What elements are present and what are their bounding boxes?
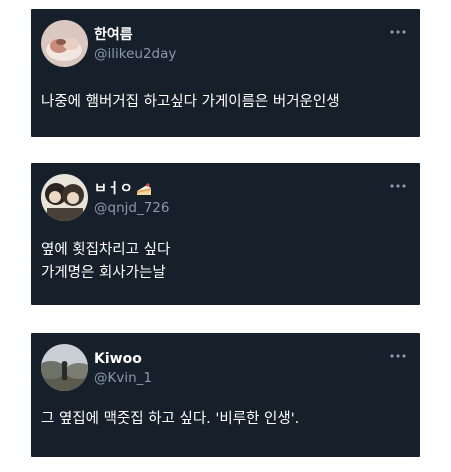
tweet-text: 그 옆집에 맥줏집 하고 싶다. '비루한 인생'. <box>41 408 410 431</box>
tweet-text-line: 그 옆집에 맥줏집 하고 싶다. '비루한 인생'. <box>41 411 300 427</box>
tweet-text-line: 가게명은 회사가는날 <box>41 265 166 281</box>
more-options-button[interactable] <box>388 24 408 40</box>
tweet-text: 나중에 햄버거집 하고싶다 가게이름은 버거운인생 <box>41 91 410 114</box>
author-name-row: ㅂㅓㅇ <box>94 180 152 198</box>
display-name[interactable]: 한여름 <box>94 26 133 44</box>
more-options-icon <box>390 30 406 34</box>
tweet-text-line: 옆에 횟집차리고 싶다 <box>41 242 171 258</box>
avatar[interactable] <box>41 174 88 221</box>
tweet-card[interactable]: 한여름 @ilikeu2day 나중에 햄버거집 하고싶다 가게이름은 버거운인… <box>31 9 420 137</box>
tweet-text-line: 나중에 햄버거집 하고싶다 가게이름은 버거운인생 <box>41 94 340 110</box>
more-options-icon <box>390 354 406 358</box>
author-name-row: Kiwoo <box>94 350 142 368</box>
profile-photo-icon <box>41 344 88 391</box>
cake-icon <box>136 182 152 196</box>
tweet-text: 옆에 횟집차리고 싶다 가게명은 회사가는날 <box>41 239 410 285</box>
more-options-button[interactable] <box>388 178 408 194</box>
author-name-row: 한여름 <box>94 26 133 44</box>
avatar[interactable] <box>41 20 88 67</box>
profile-photo-icon <box>41 20 88 67</box>
avatar[interactable] <box>41 344 88 391</box>
tweet-card[interactable]: Kiwoo @Kvin_1 그 옆집에 맥줏집 하고 싶다. '비루한 인생'. <box>31 333 420 457</box>
profile-photo-icon <box>41 174 88 221</box>
more-options-icon <box>390 184 406 188</box>
user-handle[interactable]: @qnjd_726 <box>94 199 169 217</box>
user-handle[interactable]: @Kvin_1 <box>94 369 152 387</box>
more-options-button[interactable] <box>388 348 408 364</box>
user-handle[interactable]: @ilikeu2day <box>94 45 176 63</box>
display-name[interactable]: Kiwoo <box>94 350 142 368</box>
display-name[interactable]: ㅂㅓㅇ <box>94 180 133 198</box>
tweet-card[interactable]: ㅂㅓㅇ @qnjd_726 옆에 횟집차리고 싶다 가게명은 회사가는날 <box>31 163 420 305</box>
